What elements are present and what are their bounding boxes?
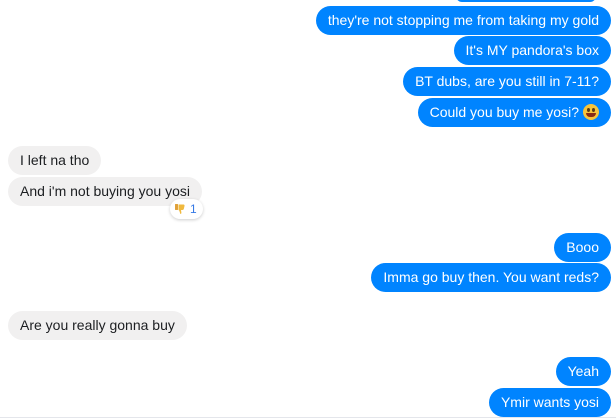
incoming-message[interactable]: I left na tho — [8, 146, 102, 175]
message-text: It's MY pandora's box — [465, 42, 600, 58]
reaction-count: 1 — [190, 202, 197, 216]
outgoing-message[interactable]: Ymir wants yosi — [488, 388, 611, 417]
outgoing-message[interactable]: Imma go buy then. You want reds? — [371, 263, 611, 292]
incoming-message[interactable]: Are you really gonna buy — [8, 311, 187, 340]
message-text: Booo — [566, 239, 599, 255]
outgoing-message[interactable]: Could you buy me yosi? — [417, 98, 611, 127]
previous-message-bubble-edge — [456, 0, 596, 2]
message-text: they're not stopping me from taking my g… — [327, 12, 599, 28]
message-text: Are you really gonna buy — [20, 317, 175, 333]
grinning-face-emoji-icon — [583, 104, 599, 121]
message-reaction[interactable]: 1 — [170, 199, 203, 219]
outgoing-message[interactable]: Booo — [554, 233, 611, 262]
message-text: BT dubs, are you still in 7-11? — [415, 73, 599, 89]
message-text: Ymir wants yosi — [500, 394, 599, 410]
message-text: And i'm not buying you yosi — [20, 183, 190, 199]
outgoing-message[interactable]: It's MY pandora's box — [453, 36, 611, 65]
thumbs-down-icon — [175, 204, 185, 214]
chat-thread: they're not stopping me from taking my g… — [0, 0, 616, 418]
message-text: I left na tho — [20, 152, 90, 168]
message-text: Yeah — [567, 363, 599, 379]
outgoing-message[interactable]: Yeah — [555, 357, 611, 386]
message-text: Imma go buy then. You want reds? — [383, 269, 599, 285]
message-text: Could you buy me yosi? — [429, 104, 579, 120]
outgoing-message[interactable]: they're not stopping me from taking my g… — [315, 6, 611, 35]
outgoing-message[interactable]: BT dubs, are you still in 7-11? — [403, 67, 611, 96]
